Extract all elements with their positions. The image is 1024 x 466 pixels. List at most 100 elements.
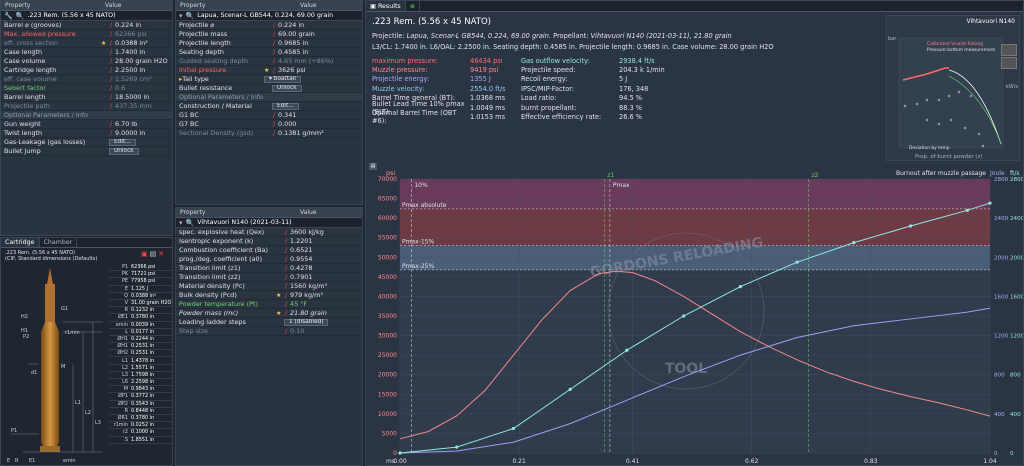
property-value-cell[interactable]: /0.341: [264, 111, 296, 119]
property-row[interactable]: Gun weight/6.70 lb: [1, 120, 172, 129]
property-row[interactable]: prog./deg. coefficient (a0) /0.9554: [176, 255, 362, 264]
property-value-cell[interactable]: Edit...: [101, 138, 136, 146]
property-value-cell[interactable]: /0.224 in: [101, 21, 141, 29]
property-row[interactable]: Transition limit (z2) /0.7901: [176, 273, 362, 282]
property-value-cell[interactable]: ★/21.80 grain: [276, 309, 327, 317]
property-row[interactable]: Step size/0.10: [176, 327, 362, 336]
property-value-cell[interactable]: /1560 kg/m³: [276, 282, 327, 290]
property-row[interactable]: Bullet resistance Unlock: [176, 84, 362, 93]
property-value-cell[interactable]: /0.6: [101, 84, 125, 92]
propellant-selector[interactable]: ▾ 🔍 Vihtavuori N140 (2021-03-11): [176, 218, 362, 228]
property-value-cell[interactable]: ★/0.0388 in²: [101, 39, 148, 47]
cartridge-selector[interactable]: 🔧 🔍 .223 Rem. (5.56 x 45 NATO): [1, 11, 172, 21]
wrench-icon[interactable]: 🔧: [4, 12, 13, 20]
property-button[interactable]: 1 (disabled): [284, 318, 329, 326]
property-value-cell[interactable]: ★/3626 psi: [264, 66, 306, 74]
search-icon[interactable]: 🔍: [186, 219, 195, 227]
property-value-cell[interactable]: /0.4585 in: [264, 48, 308, 56]
property-row[interactable]: Bulk density (Pcd) ★/979 kg/m³: [176, 291, 362, 300]
property-value-cell[interactable]: /3600 kJ/kg: [276, 228, 324, 236]
property-row[interactable]: Case length/1.7400 in: [1, 48, 172, 57]
property-row[interactable]: Projectile ⌀ /0.224 in: [176, 21, 362, 30]
property-row[interactable]: Gas-Leakage (gas losses) Edit...: [1, 138, 172, 147]
search-icon[interactable]: 🔍: [16, 12, 25, 20]
add-tab-button[interactable]: ⊕: [406, 1, 420, 11]
property-value-cell[interactable]: 1 (disabled): [276, 318, 329, 326]
close-icon[interactable]: ✕: [158, 250, 164, 258]
property-row[interactable]: Transition limit (z1) /0.4278: [176, 264, 362, 273]
photo-icon[interactable]: [1001, 57, 1017, 69]
property-row[interactable]: Initial pressure ★/3626 psi: [176, 66, 362, 75]
property-value-cell[interactable]: Unlock: [101, 147, 139, 155]
tab-results[interactable]: ▣ Results: [366, 1, 406, 11]
property-row[interactable]: Sebert factor/0.6: [1, 84, 172, 93]
property-value-cell[interactable]: ★/979 kg/m³: [276, 291, 323, 299]
property-row[interactable]: Powder temperature (Pt) /45 °F: [176, 300, 362, 309]
property-button[interactable]: Unlock: [109, 147, 139, 155]
property-row[interactable]: spec. explosive heat (Qex) /3600 kJ/kg: [176, 228, 362, 237]
property-row[interactable]: Combustion coefficient (Ba) /0.6521: [176, 246, 362, 255]
property-value-cell[interactable]: /1.2201: [276, 237, 312, 245]
pdf-icon[interactable]: ▣: [141, 250, 148, 258]
property-row[interactable]: Projectile mass/69.00 grain: [176, 30, 362, 39]
tab-cartridge[interactable]: Cartridge: [1, 238, 40, 247]
property-value-cell[interactable]: /0.9554: [276, 255, 312, 263]
property-row[interactable]: Powder mass (mc) ★/21.80 grain: [176, 309, 362, 318]
property-button[interactable]: Unlock: [272, 84, 302, 92]
property-row[interactable]: Max. allowed pressure/62366 psi: [1, 30, 172, 39]
property-value-cell[interactable]: /0.7901: [276, 273, 312, 281]
photo-icon[interactable]: [1001, 44, 1017, 56]
chevron-down-icon[interactable]: ▾: [179, 219, 183, 227]
property-row[interactable]: Cartridge length/2.2500 in: [1, 66, 172, 75]
property-row[interactable]: eff. case volume/1.5269 cm³: [1, 75, 172, 84]
property-value-cell[interactable]: /6.70 lb: [101, 120, 137, 128]
tail-type-dropdown[interactable]: ▾ boattail: [264, 75, 301, 83]
property-value-cell[interactable]: /1.7400 in: [101, 48, 145, 56]
property-row[interactable]: Guided seating depth/4.65 mm (+86%): [176, 57, 362, 66]
property-value-cell[interactable]: Edit...: [264, 102, 299, 110]
property-row[interactable]: G7 BC/0.000: [176, 120, 362, 129]
property-row[interactable]: Loading ladder steps 1 (disabled): [176, 318, 362, 327]
property-value-cell[interactable]: /0.000: [264, 120, 296, 128]
property-button[interactable]: Edit...: [272, 102, 299, 110]
property-value-cell[interactable]: /0.10: [276, 327, 304, 335]
property-value-cell[interactable]: /0.224 in: [264, 21, 304, 29]
property-row[interactable]: Projectile path/437.35 mm: [1, 102, 172, 111]
property-row[interactable]: Material density (Pc) /1560 kg/m³: [176, 282, 362, 291]
property-button[interactable]: Edit...: [109, 138, 136, 146]
chevron-down-icon[interactable]: ▾: [179, 12, 183, 20]
property-row[interactable]: Isentropic exponent (k) /1.2201: [176, 237, 362, 246]
tab-chamber[interactable]: Chamber: [40, 238, 78, 247]
property-row[interactable]: Twist length/9.0000 in: [1, 129, 172, 138]
velocity-point: [568, 387, 572, 391]
property-value-cell[interactable]: /0.4278: [276, 264, 312, 272]
property-value-cell[interactable]: /0.1381 g/mm²: [264, 129, 324, 137]
property-row[interactable]: G1 BC/0.341: [176, 111, 362, 120]
property-value-cell[interactable]: /2.2500 in: [101, 66, 145, 74]
property-value-cell[interactable]: /69.00 grain: [264, 30, 315, 38]
projectile-selector[interactable]: ▾ 🔍 Lapua, Scenar-L GB544, 0.224, 69.00 gr…: [176, 11, 362, 21]
property-value-cell[interactable]: Unlock: [264, 84, 302, 92]
property-row[interactable]: Barrel ⌀ (grooves) /0.224 in: [1, 21, 172, 30]
property-value-cell[interactable]: /62366 psi: [101, 30, 147, 38]
property-value-cell[interactable]: /4.65 mm (+86%): [264, 57, 333, 65]
property-value-cell[interactable]: /0.6521: [276, 246, 312, 254]
property-row[interactable]: Bullet Jump Unlock: [1, 147, 172, 156]
property-value-cell[interactable]: /1.5269 cm³: [101, 75, 152, 83]
property-value-cell[interactable]: /45 °F: [276, 300, 307, 308]
property-row[interactable]: Sectional Density (gsd) /0.1381 g/mm²: [176, 129, 362, 138]
property-row[interactable]: Barrel length/18.5000 in: [1, 93, 172, 102]
search-icon[interactable]: 🔍: [186, 12, 195, 20]
property-value-cell[interactable]: /9.0000 in: [101, 129, 145, 137]
property-row[interactable]: Construction / Material Edit...: [176, 102, 362, 111]
property-row[interactable]: Case volume/28.00 grain H2O: [1, 57, 172, 66]
property-value-cell[interactable]: /0.9685 in: [264, 39, 308, 47]
print-icon[interactable]: ▤: [150, 250, 157, 258]
property-row[interactable]: Seating depth/0.4585 in: [176, 48, 362, 57]
property-row[interactable]: eff. cross section ★/0.0388 in²: [1, 39, 172, 48]
property-value-cell[interactable]: /28.00 grain H2O: [101, 57, 168, 65]
property-row[interactable]: Projectile length/0.9685 in: [176, 39, 362, 48]
chart-menu-icon[interactable]: ▤: [369, 163, 377, 170]
property-value-cell[interactable]: /437.35 mm: [101, 102, 152, 110]
property-value-cell[interactable]: /18.5000 in: [101, 93, 149, 101]
